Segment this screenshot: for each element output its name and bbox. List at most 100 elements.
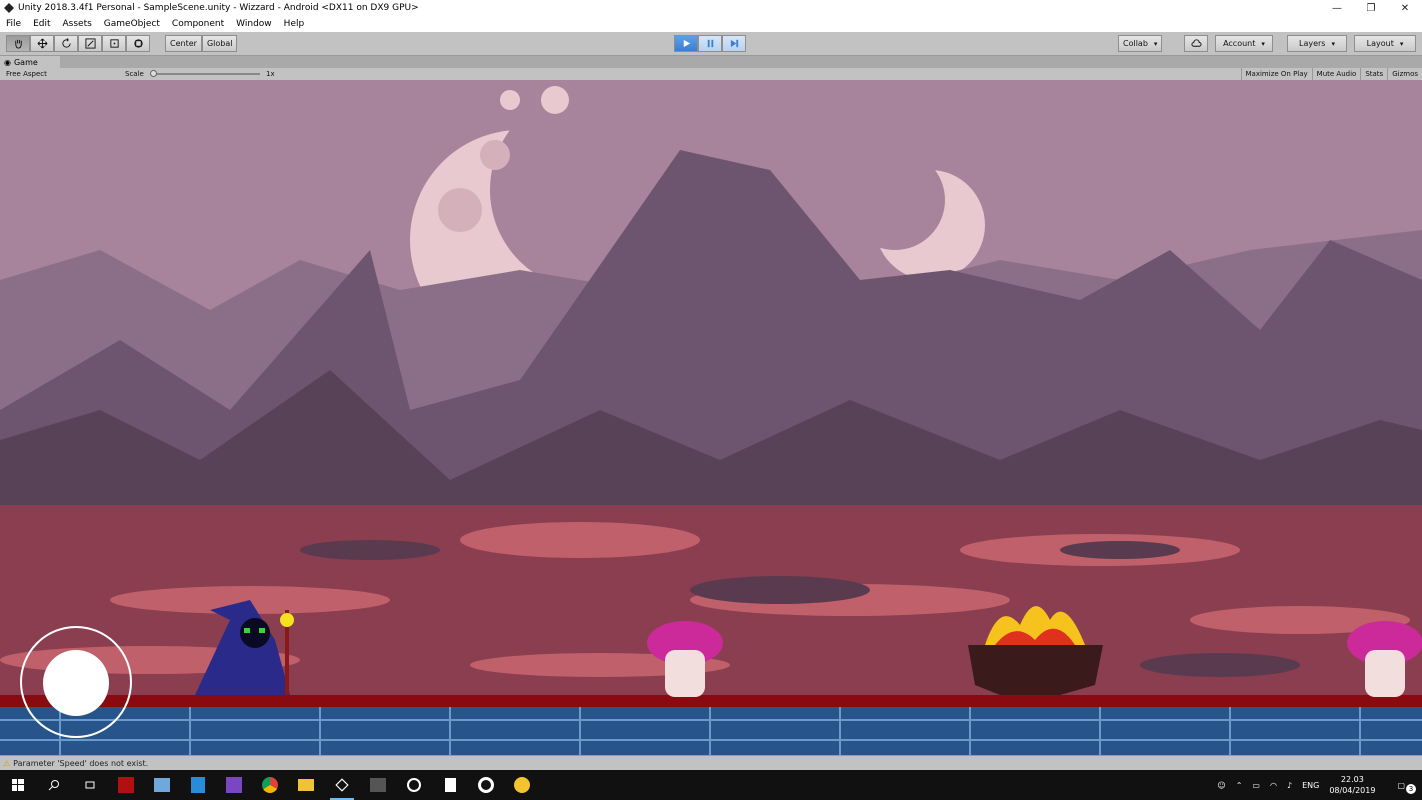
game-viewport[interactable] (0, 80, 1422, 755)
language-indicator[interactable]: ENG (1297, 781, 1324, 790)
menu-component[interactable]: Component (166, 19, 230, 29)
step-icon (730, 39, 738, 48)
taskbar-app-explorer-alt[interactable] (144, 770, 180, 800)
main-toolbar: Center Global Collab Account Layers Layo… (0, 32, 1422, 56)
stats-toggle[interactable]: Stats (1360, 68, 1387, 80)
menu-window[interactable]: Window (230, 19, 278, 29)
pivot-global-label: Global (206, 39, 233, 48)
transform-icon (133, 39, 143, 48)
step-button[interactable] (722, 35, 746, 52)
virtual-joystick-knob[interactable] (43, 650, 109, 716)
taskbar-app-obs[interactable] (468, 770, 504, 800)
game-tab-icon: ◉ (4, 57, 11, 67)
taskbar-app-aseprite[interactable] (108, 770, 144, 800)
record-icon (478, 777, 494, 793)
scale-slider[interactable] (150, 70, 260, 77)
menu-help[interactable]: Help (278, 19, 311, 29)
play-button[interactable] (674, 35, 698, 52)
pivot-toggles: Center Global (165, 35, 238, 52)
pivot-global-button[interactable]: Global (201, 35, 238, 52)
gizmos-dropdown[interactable]: Gizmos (1387, 68, 1422, 80)
play-controls (674, 35, 746, 52)
hand-tool-button[interactable] (6, 35, 30, 52)
taskbar-app-visual-studio[interactable] (216, 770, 252, 800)
minimize-button[interactable]: — (1320, 0, 1354, 16)
collab-dropdown[interactable]: Collab (1118, 35, 1163, 52)
search-icon (48, 780, 59, 791)
window-title: Unity 2018.3.4f1 Personal - SampleScene.… (18, 3, 419, 13)
scale-tool-button[interactable] (78, 35, 102, 52)
action-center-button[interactable]: ▢ 3 (1380, 781, 1422, 794)
game-view-toolbar: Free Aspect Scale 1x Maximize On Play Mu… (0, 68, 1422, 80)
document-icon (444, 778, 456, 792)
transform-tool-button[interactable] (126, 35, 150, 52)
scale-slider-knob[interactable] (150, 70, 157, 77)
rotate-tool-button[interactable] (54, 35, 78, 52)
chrome-icon (262, 777, 278, 793)
taskbar-app-norton[interactable] (504, 770, 540, 800)
start-button[interactable] (0, 770, 36, 800)
taskbar-app-live[interactable] (360, 770, 396, 800)
taskbar-app-vscode[interactable] (180, 770, 216, 800)
game-tab[interactable]: ◉ Game (0, 56, 60, 68)
task-view-button[interactable] (72, 770, 108, 800)
layers-label: Layers (1299, 39, 1326, 48)
close-button[interactable]: ✕ (1388, 0, 1422, 16)
layout-label: Layout (1366, 39, 1394, 48)
battery-icon[interactable]: ▭ (1247, 781, 1265, 790)
windows-logo-icon (12, 779, 24, 791)
chevron-up-icon[interactable]: ⌃ (1231, 781, 1248, 790)
menu-file[interactable]: File (0, 19, 27, 29)
account-dropdown[interactable]: Account (1215, 35, 1273, 52)
layout-dropdown[interactable]: Layout (1354, 35, 1416, 52)
account-label: Account (1223, 39, 1256, 48)
menu-edit[interactable]: Edit (27, 19, 56, 29)
taskbar-app-chrome[interactable] (252, 770, 288, 800)
aspect-dropdown[interactable]: Free Aspect (0, 70, 120, 78)
mute-audio-toggle[interactable]: Mute Audio (1311, 68, 1361, 80)
taskbar-app-emoji[interactable] (396, 770, 432, 800)
wifi-icon[interactable]: ◠ (1265, 781, 1282, 790)
menu-gameobject[interactable]: GameObject (98, 19, 166, 29)
notification-count: 3 (1406, 783, 1416, 794)
rect-tool-button[interactable] (102, 35, 126, 52)
vscode-icon (191, 777, 205, 793)
warning-icon: ⚠ (3, 758, 11, 768)
scale-value: 1x (266, 70, 275, 78)
game-scene (0, 80, 1422, 755)
maximize-button[interactable]: ❐ (1354, 0, 1388, 16)
pause-icon (707, 39, 713, 48)
taskbar-app-file-explorer[interactable] (288, 770, 324, 800)
play-icon (683, 39, 690, 48)
system-tray: ☺ ⌃ ▭ ◠ ♪ ENG 22.03 08/04/2019 ▢ 3 (1212, 770, 1422, 800)
search-button[interactable] (36, 770, 72, 800)
collab-label: Collab (1123, 39, 1148, 48)
unity-icon (335, 778, 349, 792)
clock[interactable]: 22.03 08/04/2019 (1324, 774, 1380, 796)
unity-editor-window: Unity 2018.3.4f1 Personal - SampleScene.… (0, 0, 1422, 800)
clock-time: 22.03 (1340, 775, 1364, 784)
console-status-bar[interactable]: ⚠ Parameter 'Speed' does not exist. (0, 755, 1422, 770)
windows-taskbar: ☺ ⌃ ▭ ◠ ♪ ENG 22.03 08/04/2019 ▢ 3 (0, 770, 1422, 800)
blood-strip (0, 695, 1422, 707)
cloud-button[interactable] (1184, 35, 1208, 52)
taskbar-app-notepad[interactable] (432, 770, 468, 800)
game-tab-strip: ◉ Game (0, 56, 1422, 68)
unity-logo-icon (4, 3, 14, 13)
pivot-center-label: Center (170, 39, 197, 48)
title-bar: Unity 2018.3.4f1 Personal - SampleScene.… (0, 0, 1422, 16)
scale-label: Scale (125, 70, 144, 78)
layers-dropdown[interactable]: Layers (1287, 35, 1347, 52)
volume-icon[interactable]: ♪ (1282, 781, 1297, 790)
cloud-icon (1190, 39, 1202, 47)
maximize-on-play-toggle[interactable]: Maximize On Play (1240, 68, 1312, 80)
pivot-center-button[interactable]: Center (165, 35, 202, 52)
aseprite-icon (118, 777, 134, 793)
people-icon[interactable]: ☺ (1212, 781, 1230, 790)
app-window-icon (154, 778, 170, 792)
pause-button[interactable] (698, 35, 722, 52)
taskbar-app-unity[interactable] (324, 770, 360, 800)
menu-assets[interactable]: Assets (57, 19, 98, 29)
hand-icon (14, 39, 22, 49)
move-tool-button[interactable] (30, 35, 54, 52)
